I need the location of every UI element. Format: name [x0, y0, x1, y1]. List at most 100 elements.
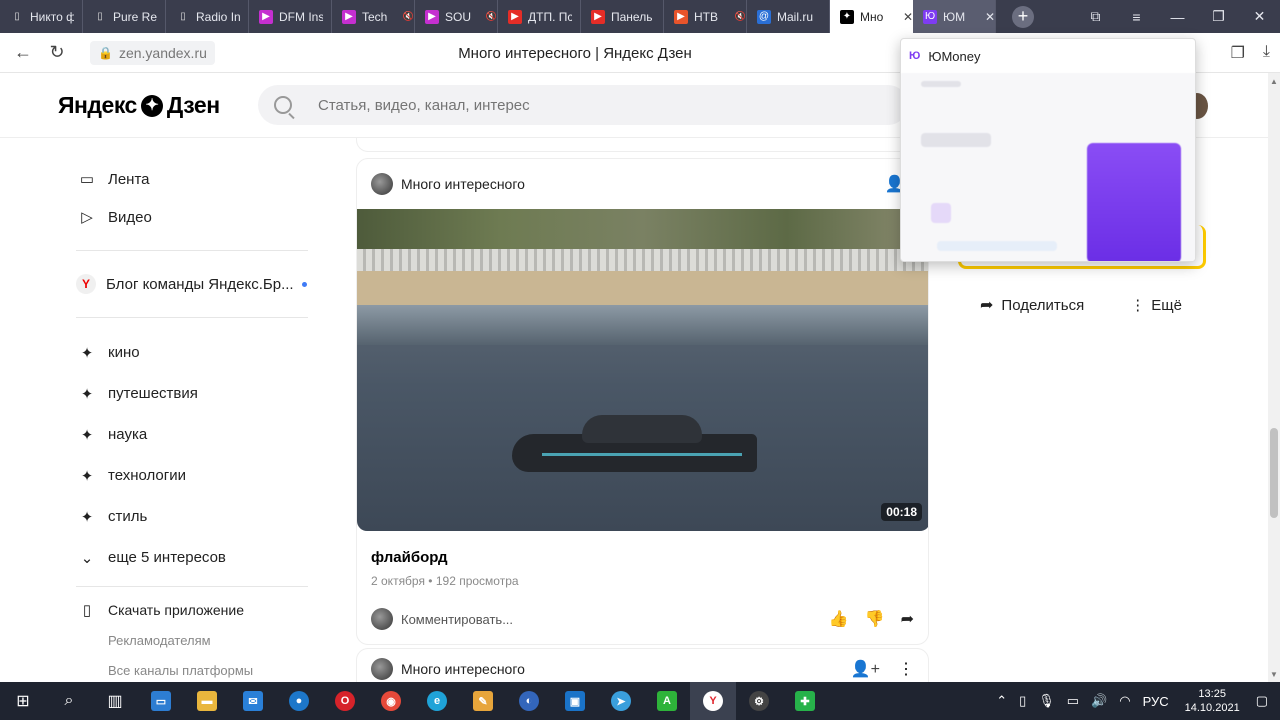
download-icon[interactable]: ⤓ — [1263, 43, 1270, 63]
scroll-down-arrow[interactable]: ▼ — [1270, 670, 1278, 679]
tab-title: НТВ — [694, 9, 718, 24]
share-icon[interactable]: ➦ — [901, 609, 914, 629]
more-dots-icon[interactable]: ⋮ — [898, 659, 914, 679]
clock[interactable]: 13:25 14.10.2021 — [1185, 687, 1240, 715]
tab-9[interactable]: @ Mail.ru — [747, 0, 830, 33]
task-view-icon[interactable]: ▥ — [92, 682, 138, 720]
maximize-button[interactable]: ❐ — [1198, 8, 1239, 25]
download-app-link[interactable]: ▯ Скачать приложение — [76, 595, 308, 625]
globe-app-icon[interactable]: ● — [276, 682, 322, 720]
file-explorer-icon[interactable]: ▬ — [184, 682, 230, 720]
sidebar-interest-kino[interactable]: ✦ кино — [76, 332, 308, 373]
popup-blurred-preview — [901, 73, 1195, 261]
close-window-button[interactable]: ✕ — [1239, 8, 1280, 25]
tab-5[interactable]: ▶ SOU 🔇 — [415, 0, 498, 33]
zen-logo[interactable]: Яндекс ✦ Дзен — [58, 92, 220, 119]
sidebar-interest-travel[interactable]: ✦ путешествия — [76, 373, 308, 414]
zen-icon: ✦ — [840, 9, 854, 24]
volume-icon[interactable]: 🔊 — [1091, 693, 1107, 709]
channel-name[interactable]: Много интересного — [401, 661, 525, 677]
more-interests-toggle[interactable]: ⌄ еще 5 интересов — [76, 537, 308, 578]
yandex-browser-taskbar-icon[interactable]: Y — [690, 682, 736, 720]
card-title[interactable]: флайборд — [357, 531, 928, 566]
close-tab-icon[interactable]: ✕ — [985, 10, 995, 24]
more-button[interactable]: ⋮ Ещё — [1130, 296, 1182, 315]
tab-6[interactable]: ▶ ДТП. Пс — [498, 0, 581, 33]
advertisers-link[interactable]: Рекламодателям — [76, 625, 308, 655]
language-indicator[interactable]: РУС — [1143, 694, 1169, 709]
battery-icon[interactable]: ▭ — [1067, 693, 1079, 709]
scroll-thumb[interactable] — [1270, 428, 1278, 518]
green-plus-icon[interactable]: ✚ — [782, 682, 828, 720]
tab-title: SOU — [445, 9, 472, 24]
search-bar[interactable] — [258, 85, 908, 125]
video-card: Много интересного 👤+ 00:18 флайборд 2 ок… — [356, 158, 929, 645]
tab-7[interactable]: ▶ Панель — [581, 0, 664, 33]
window-app-icon[interactable]: ▣ — [552, 682, 598, 720]
sidebar-item-label: Лента — [108, 170, 150, 188]
tabs-panel-icon[interactable]: ⧉ — [1075, 8, 1116, 25]
chrome-like-icon[interactable]: ◉ — [368, 682, 414, 720]
telegram-icon[interactable]: ➤ — [598, 682, 644, 720]
chevron-up-icon[interactable]: ⌃ — [996, 693, 1007, 709]
menu-icon[interactable]: ≡ — [1116, 9, 1157, 25]
sidebar-interest-science[interactable]: ✦ наука — [76, 414, 308, 455]
search-input[interactable] — [318, 96, 818, 114]
muted-icon[interactable]: 🔇 — [403, 11, 414, 22]
start-button[interactable]: ⊞ — [0, 682, 46, 720]
tab-3[interactable]: ▶ DFM Ins — [249, 0, 332, 33]
sidebar-item-label: Видео — [108, 208, 152, 226]
sidebar-item-video[interactable]: ▷ Видео — [76, 198, 308, 236]
scroll-up-arrow[interactable]: ▲ — [1270, 77, 1278, 86]
channel-avatar[interactable] — [371, 173, 393, 195]
tab-11[interactable]: Ю ЮМ ✕ — [913, 0, 996, 33]
page-scrollbar[interactable]: ▲ ▼ — [1268, 73, 1280, 683]
channel-name[interactable]: Много интересного — [401, 176, 525, 192]
tab-1[interactable]: ▯ Pure Re — [83, 0, 166, 33]
sidebar-item-feed[interactable]: ▭ Лента — [76, 160, 308, 198]
tab-preview-popup[interactable]: Ю ЮMoney — [900, 38, 1196, 262]
close-tab-icon[interactable]: ✕ — [903, 10, 913, 24]
paint-icon[interactable]: ✎ — [460, 682, 506, 720]
muted-icon[interactable]: 🔇 — [486, 11, 497, 22]
play-icon: ▶ — [342, 9, 356, 24]
collections-icon[interactable]: ❐ — [1231, 43, 1245, 63]
search-icon[interactable]: ⌕ — [46, 682, 92, 720]
desktop-app-icon[interactable]: ▭ — [138, 682, 184, 720]
share-button[interactable]: ➦ Поделиться — [980, 295, 1084, 315]
muted-icon[interactable]: 🔇 — [735, 11, 746, 22]
popup-title-bar: Ю ЮMoney — [901, 39, 1195, 73]
sidebar-interest-style[interactable]: ✦ стиль — [76, 496, 308, 537]
video-duration: 00:18 — [881, 503, 922, 521]
all-channels-link[interactable]: Все каналы платформы — [76, 655, 308, 685]
device-icon[interactable]: ▯ — [1019, 693, 1026, 709]
settings-app-icon[interactable]: ⚙ — [736, 682, 782, 720]
new-tab-button[interactable]: + — [1012, 5, 1034, 28]
sidebar-interest-tech[interactable]: ✦ технологии — [76, 455, 308, 496]
wifi-icon[interactable]: ◠ — [1119, 693, 1130, 709]
sidebar-item-blog[interactable]: Y Блог команды Яндекс.Бр... — [76, 265, 308, 303]
dislike-icon[interactable]: 👎 — [865, 609, 885, 629]
divider — [76, 586, 308, 587]
tab-title: Панель — [611, 9, 653, 24]
tab-4[interactable]: ▶ Tech 🔇 — [332, 0, 415, 33]
tab-8[interactable]: ▶ НТВ 🔇 — [664, 0, 747, 33]
edge-icon[interactable]: e — [414, 682, 460, 720]
tab-0[interactable]: ▯ Никто ф — [0, 0, 83, 33]
channel-avatar[interactable] — [371, 657, 393, 680]
video-thumbnail[interactable]: 00:18 — [357, 209, 928, 531]
microphone-icon[interactable]: 🎙 — [1038, 693, 1055, 709]
opera-icon[interactable]: O — [322, 682, 368, 720]
subscribe-icon[interactable]: 👤+ — [851, 659, 880, 679]
minimize-button[interactable]: — — [1157, 9, 1198, 25]
mail-app-icon[interactable]: ✉ — [230, 682, 276, 720]
interest-label: путешествия — [108, 385, 198, 402]
comment-field[interactable]: Комментировать... — [401, 612, 513, 627]
green-a-icon[interactable]: A — [644, 682, 690, 720]
tab-10[interactable]: ✦ Мно ✕ — [830, 0, 913, 33]
tab-2[interactable]: ▯ Radio In — [166, 0, 249, 33]
interest-label: кино — [108, 344, 140, 361]
browser-globe-icon[interactable]: ◐ — [506, 682, 552, 720]
like-icon[interactable]: 👍 — [829, 609, 849, 629]
notifications-icon[interactable]: ▢ — [1256, 693, 1268, 709]
